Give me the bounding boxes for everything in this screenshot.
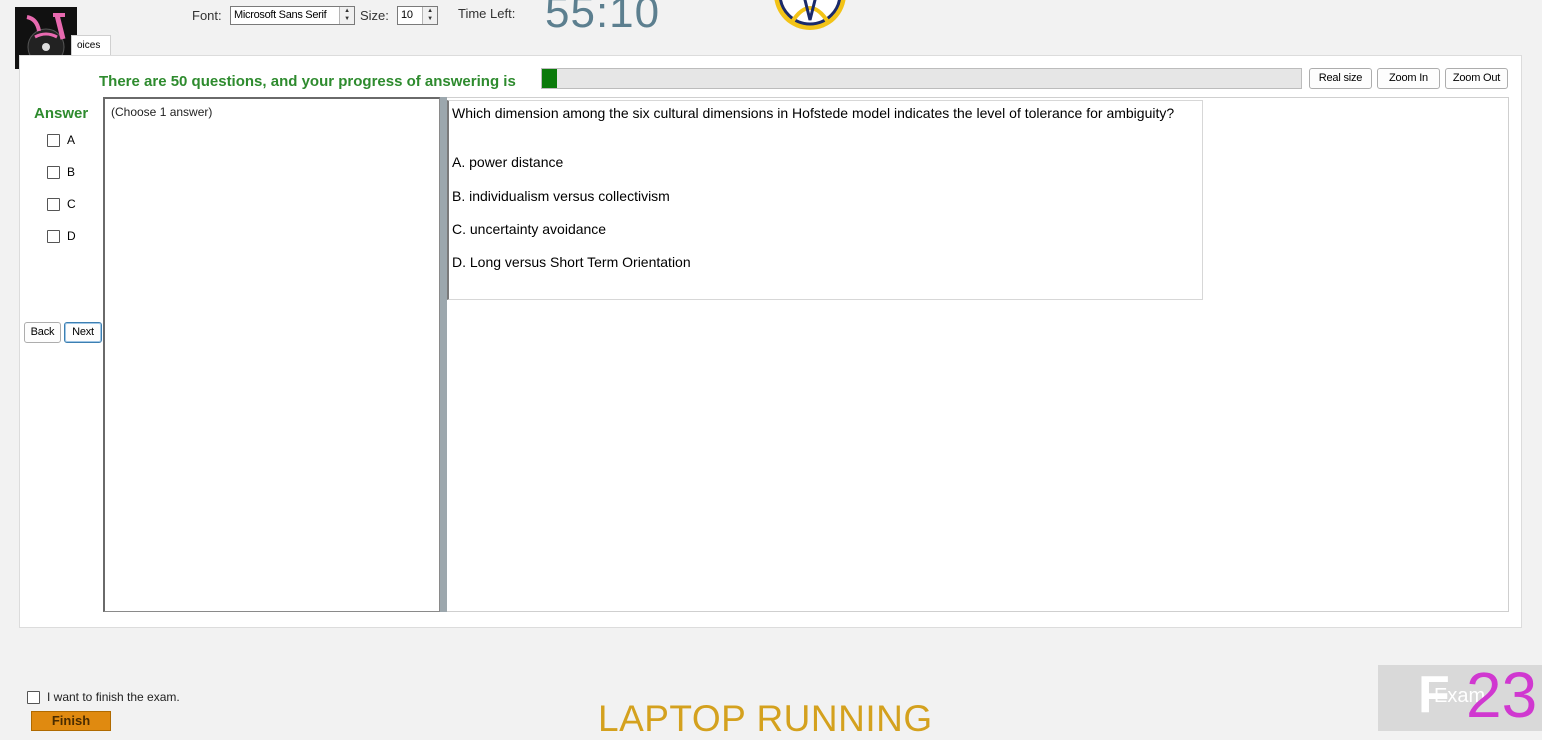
font-label: Font: [192, 8, 222, 23]
size-spinner[interactable]: ▲ ▼ [422, 7, 437, 24]
spin-down-icon[interactable]: ▼ [423, 15, 437, 23]
fu-exam-watermark: F Exam 23 [1378, 659, 1542, 731]
zoom-in-button[interactable]: Zoom In [1377, 68, 1440, 89]
question-option: A. power distance [452, 154, 564, 170]
answer-option-label: C [67, 197, 76, 211]
spin-down-icon[interactable]: ▼ [340, 15, 354, 23]
back-button[interactable]: Back [24, 322, 61, 343]
tab-choices-label: oices [77, 40, 101, 51]
answer-option-c[interactable]: C [47, 197, 76, 211]
question-card: Which dimension among the six cultural d… [447, 100, 1203, 300]
spin-up-icon[interactable]: ▲ [423, 7, 437, 15]
overlay-caption: LAPTOP RUNNING [598, 698, 933, 739]
answer-option-label: B [67, 165, 76, 179]
size-value: 10 [401, 9, 413, 21]
choose-hint: (Choose 1 answer) [111, 105, 213, 119]
progress-text: There are 50 questions, and your progres… [99, 73, 516, 90]
next-button[interactable]: Next [64, 322, 102, 343]
club-crest-icon [772, 0, 848, 32]
question-area: Which dimension among the six cultural d… [447, 97, 1509, 612]
spin-up-icon[interactable]: ▲ [340, 7, 354, 15]
finish-exam-checkbox[interactable]: I want to finish the exam. [27, 690, 180, 704]
answer-title: Answer [34, 105, 89, 122]
splitter-handle[interactable] [440, 97, 447, 612]
answer-option-b[interactable]: B [47, 165, 75, 179]
answer-hint-box: (Choose 1 answer) [103, 97, 440, 612]
answer-option-a[interactable]: A [47, 133, 75, 147]
time-left-label: Time Left: [458, 6, 516, 21]
question-option: B. individualism versus collectivism [452, 188, 670, 204]
progress-bar [541, 68, 1302, 89]
checkbox[interactable] [47, 229, 60, 243]
zoom-out-button[interactable]: Zoom Out [1445, 68, 1508, 89]
font-select-value: Microsoft Sans Serif [234, 9, 327, 21]
real-size-button[interactable]: Real size [1309, 68, 1372, 89]
finish-button[interactable]: Finish [31, 711, 111, 731]
font-select[interactable]: Microsoft Sans Serif ▲ ▼ [230, 6, 355, 25]
watermark-number: 23 [1466, 659, 1538, 731]
checkbox[interactable] [27, 690, 40, 704]
answer-option-d[interactable]: D [47, 229, 76, 243]
size-label: Size: [360, 8, 389, 23]
question-option: D. Long versus Short Term Orientation [452, 254, 691, 270]
question-option: C. uncertainty avoidance [452, 221, 607, 237]
checkbox[interactable] [47, 165, 60, 179]
time-left-value: 55:10 [545, 0, 661, 37]
size-stepper[interactable]: 10 ▲ ▼ [397, 6, 438, 25]
answer-option-label: A [67, 133, 76, 147]
question-text: Which dimension among the six cultural d… [452, 105, 1175, 121]
tab-choices[interactable]: oices [71, 35, 111, 55]
font-spinner[interactable]: ▲ ▼ [339, 7, 354, 24]
answer-option-label: D [67, 229, 76, 243]
checkbox[interactable] [47, 133, 60, 147]
finish-exam-label: I want to finish the exam. [47, 690, 180, 704]
progress-fill [542, 69, 558, 88]
checkbox[interactable] [47, 197, 60, 211]
